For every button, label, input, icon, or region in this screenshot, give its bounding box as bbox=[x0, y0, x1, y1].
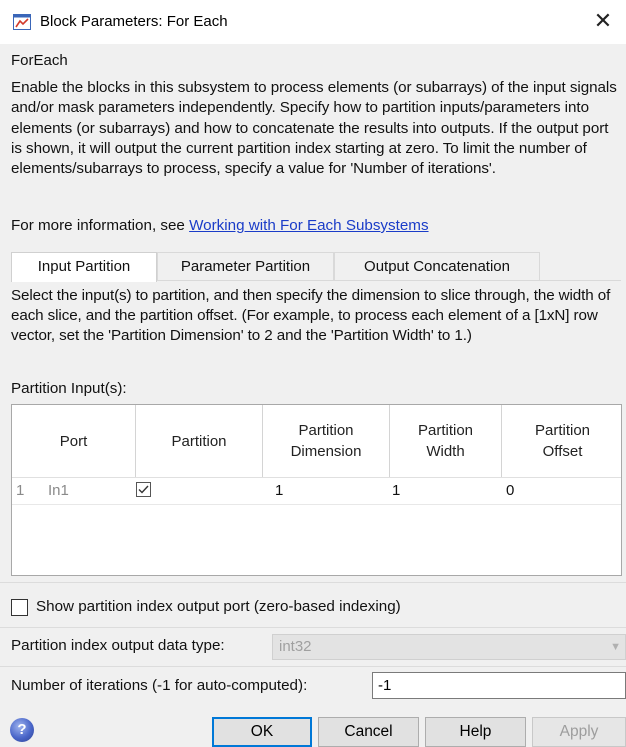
index-data-type-value: int32 bbox=[279, 638, 312, 655]
tab-input-partition[interactable]: Input Partition bbox=[11, 252, 157, 282]
iterations-input[interactable] bbox=[372, 672, 626, 699]
partition-inputs-label: Partition Input(s): bbox=[11, 380, 127, 397]
index-data-type-select: int32 ▼ bbox=[272, 634, 626, 660]
window-title: Block Parameters: For Each bbox=[40, 13, 228, 30]
column-header-dimension-label: Partition Dimension bbox=[290, 422, 362, 460]
table-row-divider bbox=[12, 504, 621, 505]
tab-parameter-partition[interactable]: Parameter Partition bbox=[157, 252, 334, 281]
ok-button[interactable]: OK bbox=[212, 717, 312, 747]
column-header-partition: Partition bbox=[136, 405, 263, 477]
column-header-width-label: Partition Width bbox=[417, 422, 474, 460]
iterations-label: Number of iterations (-1 for auto-comput… bbox=[11, 677, 308, 694]
block-name: ForEach bbox=[11, 52, 68, 69]
more-info-line: For more information, see Working with F… bbox=[11, 216, 429, 236]
row-partition-offset[interactable]: 0 bbox=[506, 478, 514, 504]
row-partition-dimension[interactable]: 1 bbox=[275, 478, 283, 504]
block-description: Enable the blocks in this subsystem to p… bbox=[11, 79, 617, 178]
partition-checkbox[interactable] bbox=[136, 482, 151, 497]
partition-table: Port Partition Partition Dimension Parti… bbox=[11, 404, 622, 576]
help-question-icon[interactable]: ? bbox=[10, 718, 34, 742]
table-row[interactable]: 1 In1 1 1 0 bbox=[12, 478, 621, 504]
more-info-prefix: For more information, see bbox=[11, 217, 190, 234]
section-divider bbox=[0, 627, 626, 628]
row-partition-width[interactable]: 1 bbox=[392, 478, 400, 504]
documentation-link[interactable]: Working with For Each Subsystems bbox=[189, 217, 428, 234]
column-header-partition-offset: Partition Offset bbox=[502, 405, 623, 477]
column-header-partition-width: Partition Width bbox=[390, 405, 502, 477]
title-bar: Block Parameters: For Each ✕ bbox=[0, 0, 626, 44]
column-header-port: Port bbox=[12, 405, 136, 477]
simulink-block-icon bbox=[13, 14, 31, 30]
close-icon[interactable]: ✕ bbox=[590, 8, 616, 34]
column-header-offset-label: Partition Offset bbox=[534, 422, 591, 460]
row-index: 1 bbox=[16, 482, 25, 499]
tab-output-concatenation[interactable]: Output Concatenation bbox=[334, 252, 540, 281]
apply-button[interactable]: Apply bbox=[532, 717, 626, 747]
checkmark-icon bbox=[138, 485, 149, 494]
help-button[interactable]: Help bbox=[425, 717, 526, 747]
chevron-down-icon: ▼ bbox=[610, 641, 621, 653]
column-header-partition-dimension: Partition Dimension bbox=[263, 405, 390, 477]
cancel-button[interactable]: Cancel bbox=[318, 717, 419, 747]
partition-instructions: Select the input(s) to partition, and th… bbox=[11, 287, 611, 345]
row-port: In1 bbox=[48, 482, 69, 499]
section-divider bbox=[0, 582, 626, 583]
show-index-port-checkbox[interactable] bbox=[11, 599, 28, 616]
index-data-type-label: Partition index output data type: bbox=[11, 637, 225, 654]
block-parameters-dialog: Block Parameters: For Each ✕ ForEach Ena… bbox=[0, 0, 626, 747]
show-index-port-label[interactable]: Show partition index output port (zero-b… bbox=[36, 598, 401, 615]
section-divider bbox=[0, 666, 626, 667]
